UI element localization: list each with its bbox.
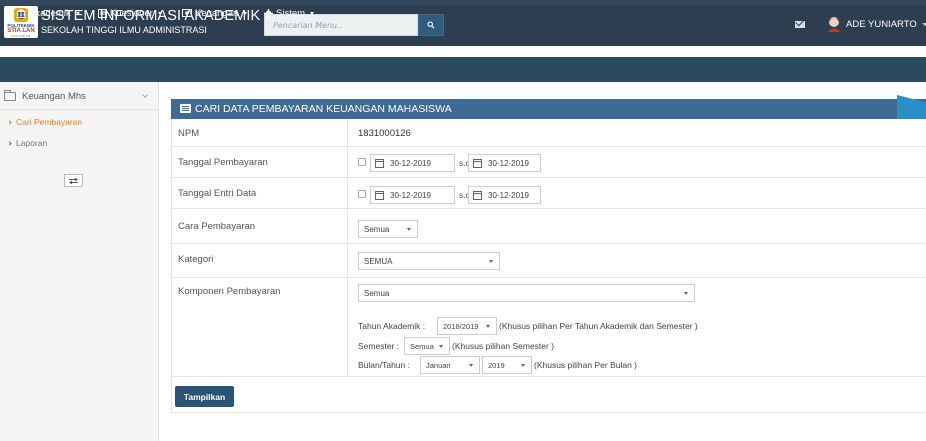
date-value: 30-12-2019 [390,190,431,200]
date-value: 30-12-2019 [488,190,529,200]
select-value: 2018/2019 [443,321,479,331]
sidebar-item-laporan[interactable]: Laporan [7,138,48,148]
tanggal-pembayaran-label: Tanggal Pembayaran [178,157,268,168]
tanggal-entri-from-field[interactable]: 30-12-2019 [370,186,455,204]
user-name[interactable]: ADE YUNIARTO [846,19,917,30]
form-row-npm: NPM 1831000126 [171,119,926,147]
bank-icon [16,8,26,18]
tanggal-entri-checkbox[interactable] [358,190,366,198]
menu-kuesioner-label: Kuesioner [110,7,153,19]
chevron-down-icon [439,345,443,348]
select-value: SEMUA [364,256,393,266]
chevron-right-icon [7,120,12,125]
chevron-down-icon [75,11,80,15]
avatar[interactable] [827,16,841,32]
menu-keuangan[interactable]: Keuangan [182,6,248,20]
npm-label: NPM [178,128,200,139]
form-row-tanggal-entri: Tanggal Entri Data 30-12-2019 s.d 30-12-… [171,178,926,209]
chevron-down-icon [489,260,493,263]
chevron-down-icon [469,364,473,367]
calendar-icon [473,158,482,168]
chevron-down-icon [157,11,162,15]
money-icon [182,9,192,17]
gear-icon [264,8,273,18]
sidebar-header-label: Keuangan Mhs [22,91,86,102]
komponen-select[interactable]: Semua [358,284,695,302]
swap-arrows-icon [69,177,78,184]
date-value: 30-12-2019 [390,158,431,168]
chevron-down-icon [243,11,248,15]
tanggal-pembayaran-from-field[interactable]: 30-12-2019 [370,154,455,172]
cara-pembayaran-label: Cara Pembayaran [178,221,256,232]
form-row-tanggal-pembayaran: Tanggal Pembayaran 30-12-2019 s.d 30-12-… [171,147,926,178]
cara-pembayaran-select[interactable]: Semua [358,220,418,238]
chevron-down-icon [684,292,688,295]
search-button[interactable] [418,14,444,36]
chevron-down-icon [407,228,411,231]
sidebar-item-cari-pembayaran[interactable]: Cari Pembayaran [7,117,83,127]
semester-select[interactable]: Semua [404,337,450,355]
document-icon [98,8,107,18]
date-value: 30-12-2019 [488,158,529,168]
menu-kuesioner[interactable]: Kuesioner [98,6,162,20]
search-icon [427,21,435,29]
chevron-down-icon [310,11,315,15]
calendar-icon [375,158,384,168]
sidebar-header-keuangan[interactable]: Keuangan Mhs [0,82,158,110]
calendar-icon [473,190,482,200]
tahun-akademik-note: (Khusus pilihan Per Tahun Akademik dan S… [499,321,698,331]
bulan-tahun-label: Bulan/Tahun : [358,360,410,370]
chevron-down-icon [521,364,525,367]
select-value: Januari [426,360,451,370]
kategori-label: Kategori [178,254,214,265]
bulan-note: (Khusus pilihan Per Bulan ) [534,360,638,370]
menu-sistem[interactable]: Sistem [264,6,315,20]
form-row-kategori: Kategori SEMUA [171,244,926,278]
calendar-icon [375,190,384,200]
user-caret-icon[interactable] [922,23,926,26]
menu-akademik-label: Akademik [29,7,71,19]
tanggal-entri-label: Tanggal Entri Data [178,188,257,199]
select-value: Semua [364,288,390,298]
logo-line3: JAKARTA [10,34,32,38]
form-row-submit [171,377,926,413]
select-value: Semua [364,224,390,234]
select-value: Semua [410,341,434,351]
mail-icon[interactable] [795,21,805,28]
app-subtitle: SEKOLAH TINGGI ILMU ADMINISTRASI [41,25,207,35]
chevron-right-icon [7,141,12,146]
semester-note: (Khusus pilihan Semester ) [452,341,555,351]
tanggal-entri-to-field[interactable]: 30-12-2019 [468,186,541,204]
sidebar: Keuangan Mhs Cari Pembayaran Laporan [0,82,159,441]
form-row-komponen-pembayaran: Komponen Pembayaran Semua Tahun Akademik… [171,278,926,377]
panel-title: CARI DATA PEMBAYARAN KEUANGAN MAHASISWA [195,103,452,115]
menu-sistem-label: Sistem [276,7,306,19]
chevron-down-icon [486,325,490,328]
tanggal-pembayaran-to-field[interactable]: 30-12-2019 [468,154,541,172]
tahun-akademik-select[interactable]: 2018/2019 [437,317,497,335]
folder-icon [4,90,16,101]
kategori-select[interactable]: SEMUA [358,252,500,270]
select-value: 2019 [488,360,505,370]
sidebar-item-label: Laporan [16,138,48,148]
sidebar-item-label: Cari Pembayaran [16,117,83,127]
chevron-down-icon [142,92,148,98]
bulan-select[interactable]: Januari [420,356,480,374]
main-menu [0,57,926,82]
tahun-select[interactable]: 2019 [482,356,532,374]
list-icon [180,104,191,113]
tanggal-pembayaran-checkbox[interactable] [358,158,366,166]
tahun-akademik-label: Tahun Akademik : [358,321,426,331]
sidebar-toggle-button[interactable] [64,174,83,187]
menu-keuangan-label: Keuangan [195,7,239,19]
komponen-label: Komponen Pembayaran [178,286,281,297]
semester-label: Semester : [358,341,400,351]
menu-akademik[interactable]: Akademik [16,6,80,20]
npm-value: 1831000126 [358,128,411,139]
tampilkan-button[interactable]: Tampilkan [175,386,234,407]
form-row-cara-pembayaran: Cara Pembayaran Semua [171,209,926,244]
